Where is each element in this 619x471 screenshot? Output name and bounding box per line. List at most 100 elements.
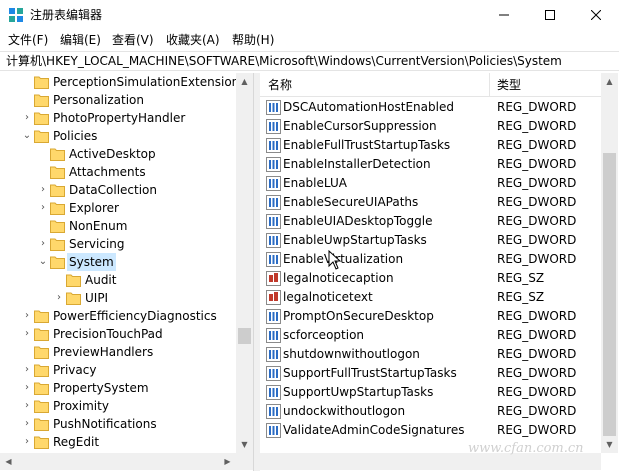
tree-vertical-scrollbar[interactable]: ▲ ▼ xyxy=(236,73,253,453)
tree-scroll-thumb[interactable] xyxy=(238,328,251,344)
maximize-button[interactable] xyxy=(527,0,573,30)
expander-icon[interactable]: › xyxy=(36,199,50,217)
expander-icon[interactable]: › xyxy=(36,235,50,253)
tree-item[interactable]: › Privacy xyxy=(0,361,236,379)
scroll-up-icon[interactable]: ▲ xyxy=(236,73,253,90)
menu-view[interactable]: 查看(V) xyxy=(112,33,154,48)
tree-item-label: System xyxy=(67,253,116,271)
folder-icon xyxy=(34,382,49,395)
list-item[interactable]: undockwithoutlogon REG_DWORD xyxy=(260,402,601,421)
expander-icon[interactable]: › xyxy=(20,415,34,433)
expander-icon[interactable] xyxy=(36,217,50,235)
expander-icon[interactable] xyxy=(20,91,34,109)
list-item[interactable]: EnableFullTrustStartupTasks REG_DWORD xyxy=(260,136,601,155)
tree-item[interactable]: NonEnum xyxy=(0,217,236,235)
tree-item[interactable]: PreviewHandlers xyxy=(0,343,236,361)
folder-icon xyxy=(34,130,49,143)
scroll-up-icon[interactable]: ▲ xyxy=(601,73,618,90)
list-item[interactable]: legalnoticecaption REG_SZ xyxy=(260,269,601,288)
menu-help[interactable]: 帮助(H) xyxy=(232,33,274,48)
list-item[interactable]: EnableInstallerDetection REG_DWORD xyxy=(260,155,601,174)
list-item[interactable]: EnableCursorSuppression REG_DWORD xyxy=(260,117,601,136)
tree-item[interactable]: › PowerEfficiencyDiagnostics xyxy=(0,307,236,325)
list-item[interactable]: EnableVirtualization REG_DWORD xyxy=(260,250,601,269)
list-item[interactable]: EnableUwpStartupTasks REG_DWORD xyxy=(260,231,601,250)
tree-item[interactable]: ⌄ Policies xyxy=(0,127,236,145)
expander-icon[interactable]: › xyxy=(20,433,34,451)
tree-item[interactable]: Audit xyxy=(0,271,236,289)
list-item[interactable]: SupportFullTrustStartupTasks REG_DWORD xyxy=(260,364,601,383)
menu-favorites[interactable]: 收藏夹(A) xyxy=(166,33,220,48)
expander-icon[interactable] xyxy=(20,343,34,361)
expander-icon[interactable]: › xyxy=(20,397,34,415)
expander-icon[interactable]: › xyxy=(20,361,34,379)
tree-item[interactable]: › Proximity xyxy=(0,397,236,415)
expander-icon[interactable]: › xyxy=(20,307,34,325)
address-path[interactable]: 计算机\HKEY_LOCAL_MACHINE\SOFTWARE\Microsof… xyxy=(6,54,562,69)
tree-item[interactable]: › PushNotifications xyxy=(0,415,236,433)
folder-icon xyxy=(50,148,65,161)
list-scroll-thumb[interactable] xyxy=(603,153,616,436)
list-item[interactable]: EnableSecureUIAPaths REG_DWORD xyxy=(260,193,601,212)
tree-item-label: Servicing xyxy=(69,237,125,251)
expander-icon[interactable]: › xyxy=(52,289,66,307)
menu-edit[interactable]: 编辑(E) xyxy=(60,33,101,48)
tree-item[interactable]: › RegEdit xyxy=(0,433,236,451)
tree-item[interactable]: PerceptionSimulationExtensions xyxy=(0,73,246,91)
list-item[interactable]: shutdownwithoutlogon REG_DWORD xyxy=(260,345,601,364)
column-separator[interactable] xyxy=(489,73,490,97)
list-item[interactable]: EnableUIADesktopToggle REG_DWORD xyxy=(260,212,601,231)
tree-item[interactable]: ActiveDesktop xyxy=(0,145,236,163)
value-type: REG_DWORD xyxy=(497,214,577,228)
column-header-type[interactable]: 类型 xyxy=(497,77,521,93)
minimize-button[interactable] xyxy=(481,0,527,30)
tree-item[interactable]: › PrecisionTouchPad xyxy=(0,325,236,343)
list-item[interactable]: scforceoption REG_DWORD xyxy=(260,326,601,345)
expander-icon[interactable]: › xyxy=(20,379,34,397)
tree-item[interactable]: › Explorer xyxy=(0,199,236,217)
value-type: REG_DWORD xyxy=(497,309,577,323)
scroll-down-icon[interactable]: ▼ xyxy=(236,436,253,453)
scroll-right-icon[interactable]: ▶ xyxy=(219,453,236,470)
scroll-down-icon[interactable]: ▼ xyxy=(601,436,618,453)
pane-splitter[interactable] xyxy=(253,73,260,471)
tree-item[interactable]: Personalization xyxy=(0,91,236,109)
tree-item[interactable]: › UIPI xyxy=(0,289,236,307)
expander-icon[interactable]: ⌄ xyxy=(20,127,34,145)
close-icon xyxy=(591,10,601,20)
address-bar[interactable]: 计算机\HKEY_LOCAL_MACHINE\SOFTWARE\Microsof… xyxy=(0,51,619,71)
tree-item[interactable]: Attachments xyxy=(0,163,236,181)
folder-icon xyxy=(34,112,49,125)
list-item[interactable]: DSCAutomationHostEnabled REG_DWORD xyxy=(260,98,601,117)
title-bar: 注册表编辑器 xyxy=(0,0,619,30)
list-item[interactable]: legalnoticetext REG_SZ xyxy=(260,288,601,307)
close-button[interactable] xyxy=(573,0,619,30)
dword-icon xyxy=(266,195,281,210)
tree-item[interactable]: › PhotoPropertyHandler xyxy=(0,109,236,127)
tree-item[interactable]: ⌄ System xyxy=(0,253,236,271)
column-header-name[interactable]: 名称 xyxy=(268,77,292,93)
list-item[interactable]: SupportUwpStartupTasks REG_DWORD xyxy=(260,383,601,402)
tree-horizontal-scrollbar[interactable]: ◀ ▶ xyxy=(0,453,253,470)
expander-icon[interactable]: › xyxy=(20,109,34,127)
list-item[interactable]: EnableLUA REG_DWORD xyxy=(260,174,601,193)
tree-item-label: Attachments xyxy=(69,165,146,179)
scroll-left-icon[interactable]: ◀ xyxy=(0,453,17,470)
expander-icon[interactable] xyxy=(52,271,66,289)
tree-item[interactable]: › Servicing xyxy=(0,235,236,253)
expander-icon[interactable] xyxy=(20,73,34,91)
tree-item[interactable]: › PropertySystem xyxy=(0,379,236,397)
tree-item-label: PowerEfficiencyDiagnostics xyxy=(53,309,217,323)
expander-icon[interactable]: › xyxy=(20,325,34,343)
list-item[interactable]: ValidateAdminCodeSignatures REG_DWORD xyxy=(260,421,601,440)
tree-item[interactable]: › DataCollection xyxy=(0,181,236,199)
expander-icon[interactable]: › xyxy=(36,181,50,199)
value-name: EnableFullTrustStartupTasks xyxy=(283,138,451,152)
expander-icon[interactable] xyxy=(36,163,50,181)
expander-icon[interactable] xyxy=(36,145,50,163)
list-item[interactable]: PromptOnSecureDesktop REG_DWORD xyxy=(260,307,601,326)
value-type: REG_DWORD xyxy=(497,195,577,209)
list-vertical-scrollbar[interactable]: ▲ ▼ xyxy=(601,73,618,453)
expander-icon[interactable]: ⌄ xyxy=(36,253,50,271)
menu-file[interactable]: 文件(F) xyxy=(8,33,48,48)
